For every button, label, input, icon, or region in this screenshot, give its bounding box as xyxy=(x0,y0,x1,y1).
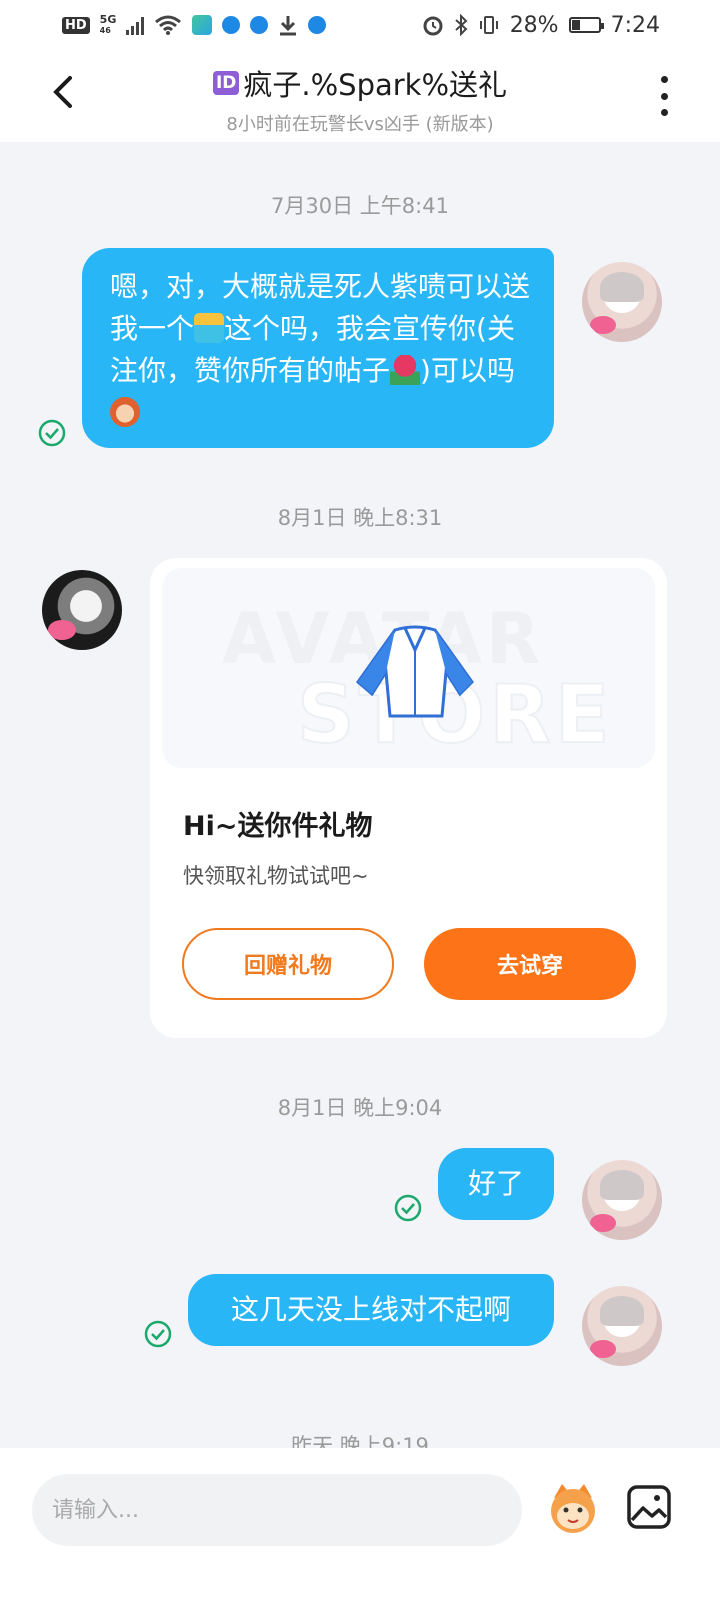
alarm-icon xyxy=(423,16,443,36)
return-gift-button[interactable]: 回赠礼物 xyxy=(182,928,394,1000)
gift-card[interactable]: AVATAR STORE Hi~送你件礼物 快领取礼物试试吧~ 回赠礼物 去试穿 xyxy=(150,558,667,1038)
gift-emoji-icon xyxy=(194,313,225,343)
my-avatar[interactable] xyxy=(582,1286,662,1366)
message-bubble[interactable]: 好了 xyxy=(438,1148,554,1220)
hd-badge: HD xyxy=(62,16,90,34)
app-icon xyxy=(192,15,213,35)
status-right: 28% 7:24 xyxy=(422,13,660,38)
message-text: 这几天没上线对不起啊 xyxy=(230,1293,511,1326)
try-on-button[interactable]: 去试穿 xyxy=(424,928,636,1000)
message-text: 好了 xyxy=(467,1167,524,1200)
tulip-emoji-icon xyxy=(390,355,421,385)
contact-status: 8小时前在玩警长vs凶手 (新版本) xyxy=(226,114,494,135)
timestamp: 昨天 晚上9:19 xyxy=(291,1434,429,1448)
timestamp: 8月1日 晚上8:31 xyxy=(277,506,443,530)
jacket-item-icon xyxy=(355,625,474,718)
blue-app-icon xyxy=(222,16,241,34)
back-button[interactable] xyxy=(40,70,84,114)
message-input[interactable] xyxy=(32,1474,522,1546)
chat-messages[interactable]: 7月30日 上午8:41 嗯，对，大概就是死人紫啧可以送我一个 这个吗，我会宣传你… xyxy=(0,142,720,1448)
battery-percent: 28% xyxy=(509,12,559,38)
chevron-left-icon xyxy=(53,76,72,108)
contact-name: 疯子.%Spark%送礼 xyxy=(243,68,508,102)
id-badge: ID xyxy=(212,71,240,95)
chat-header: ID 疯子.%Spark%送礼 8小时前在玩警长vs凶手 (新版本) xyxy=(0,50,720,142)
sticker-emoji-icon xyxy=(110,397,140,427)
gift-preview-image: AVATAR STORE xyxy=(162,568,655,768)
message-bubble[interactable]: 嗯，对，大概就是死人紫啧可以送我一个 这个吗，我会宣传你(关注你，赞你所有的帖子)… xyxy=(82,248,554,448)
timestamp: 8月1日 晚上9:04 xyxy=(277,1096,443,1120)
clock: 7:24 xyxy=(610,12,660,38)
contact-avatar[interactable] xyxy=(42,570,122,650)
my-avatar[interactable] xyxy=(582,1160,662,1240)
page-title: ID 疯子.%Spark%送礼 xyxy=(110,62,610,104)
timestamp: 7月30日 上午8:41 xyxy=(271,194,449,218)
status-bar: HD 5G 46 28% 7:24 xyxy=(0,0,720,50)
message-text: )可以吗 xyxy=(420,354,515,387)
mascot-sticker-icon[interactable] xyxy=(544,1478,602,1536)
input-bar xyxy=(0,1448,720,1600)
download-icon xyxy=(280,16,297,36)
blue-app-icon xyxy=(250,16,269,34)
status-left: HD 5G 46 xyxy=(62,13,327,36)
signal-icon xyxy=(126,15,145,35)
network-type: 5G 46 xyxy=(99,13,117,35)
gift-card-title: Hi~送你件礼物 xyxy=(183,811,373,842)
message-bubble[interactable]: 这几天没上线对不起啊 xyxy=(188,1274,554,1346)
sent-check-icon xyxy=(144,1320,172,1348)
sent-check-icon xyxy=(394,1194,422,1222)
image-picker-icon[interactable] xyxy=(626,1484,672,1530)
more-vertical-icon xyxy=(660,76,668,83)
bluetooth-icon xyxy=(455,14,468,36)
wifi-icon xyxy=(155,15,182,35)
sent-check-icon xyxy=(38,419,66,447)
gift-card-subtitle: 快领取礼物试试吧~ xyxy=(183,864,369,888)
battery-icon xyxy=(568,17,604,33)
vibrate-icon xyxy=(479,16,498,34)
title-block[interactable]: ID 疯子.%Spark%送礼 8小时前在玩警长vs凶手 (新版本) xyxy=(110,62,610,136)
blue-app-icon xyxy=(308,16,327,34)
my-avatar[interactable] xyxy=(582,262,662,342)
more-options-button[interactable] xyxy=(652,76,676,116)
